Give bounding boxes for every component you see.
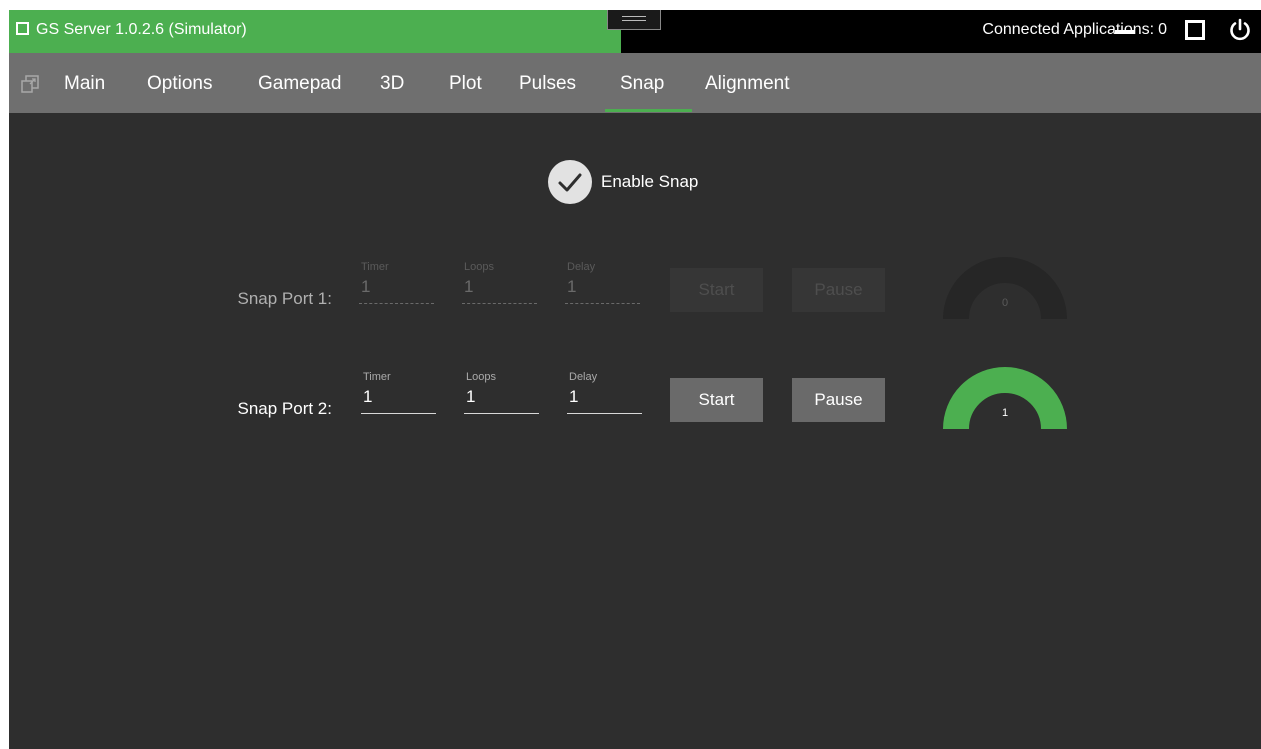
snap-port-2-label: Snap Port 2: [237, 399, 332, 418]
snap-port-2-gauge-value: 1 [1001, 407, 1009, 419]
tab-options[interactable]: Options [147, 73, 212, 95]
snap-port-1-loops-input[interactable] [464, 276, 537, 298]
connected-applications-count: 0 [1158, 21, 1167, 38]
field-underline [567, 413, 642, 414]
snap-port-2-delay-input[interactable] [569, 386, 642, 408]
nav-bar: Main Options Gamepad 3D Plot Pulses Snap… [9, 53, 1261, 113]
tab-3d[interactable]: 3D [380, 73, 404, 95]
checkmark-icon [558, 173, 582, 192]
window-title: GS Server 1.0.2.6 (Simulator) [36, 21, 247, 38]
snap-port-2-row: Snap Port 2: Timer Loops Delay Start Pau… [9, 365, 1261, 435]
snap-port-1-gauge-value: 0 [1001, 297, 1009, 309]
field-underline [462, 303, 537, 304]
tab-snap[interactable]: Snap [620, 73, 664, 95]
timer-label: Timer [361, 261, 389, 273]
snap-port-1-delay-input[interactable] [567, 276, 640, 298]
snap-port-2-timer-field[interactable]: Timer [361, 371, 436, 415]
snap-port-2-start-button[interactable]: Start [670, 378, 763, 422]
snap-port-1-gauge: 0 [943, 257, 1067, 320]
snap-port-1-delay-field[interactable]: Delay [565, 261, 640, 305]
tab-main[interactable]: Main [64, 73, 105, 95]
snap-port-1-loops-field[interactable]: Loops [462, 261, 537, 305]
field-underline [565, 303, 640, 304]
snap-port-1-label: Snap Port 1: [237, 289, 332, 308]
gauge-arc [943, 257, 1067, 320]
tab-plot[interactable]: Plot [449, 73, 482, 95]
window-square-icon [16, 22, 29, 35]
snap-port-1-timer-input[interactable] [361, 276, 434, 298]
snap-port-2-pause-button[interactable]: Pause [792, 378, 885, 422]
snap-port-2-timer-input[interactable] [363, 386, 436, 408]
loops-label: Loops [466, 371, 496, 383]
delay-label: Delay [567, 261, 596, 273]
minimize-icon[interactable] [1113, 22, 1139, 40]
enable-snap-label: Enable Snap [601, 172, 699, 191]
power-icon[interactable] [1228, 18, 1252, 42]
snap-port-1-row: Snap Port 1: Timer Loops Delay Start Pau… [9, 255, 1261, 325]
drag-handle-icon[interactable] [607, 10, 661, 30]
timer-label: Timer [363, 371, 391, 383]
loops-label: Loops [464, 261, 494, 273]
snap-port-2-delay-field[interactable]: Delay [567, 371, 642, 415]
tab-gamepad[interactable]: Gamepad [258, 73, 341, 95]
active-tab-indicator [605, 109, 692, 112]
gauge-arc [943, 367, 1067, 430]
snap-port-2-loops-field[interactable]: Loops [464, 371, 539, 415]
snap-port-1-pause-button[interactable]: Pause [792, 268, 885, 312]
snap-port-2-gauge: 1 [943, 367, 1067, 430]
snap-port-2-loops-input[interactable] [466, 386, 539, 408]
tab-pulses[interactable]: Pulses [519, 73, 576, 95]
snap-port-1-timer-field[interactable]: Timer [359, 261, 434, 305]
connected-applications: Connected Applications: 0 [982, 21, 1167, 39]
app-window: GS Server 1.0.2.6 (Simulator) Connected … [9, 10, 1261, 749]
checkbox-circle[interactable] [548, 160, 592, 204]
maximize-icon[interactable] [1185, 20, 1205, 40]
tab-alignment[interactable]: Alignment [705, 73, 790, 95]
popout-window-icon[interactable] [21, 75, 39, 93]
snap-port-1-start-button[interactable]: Start [670, 268, 763, 312]
field-underline [359, 303, 434, 304]
field-underline [464, 413, 539, 414]
title-bar[interactable]: GS Server 1.0.2.6 (Simulator) Connected … [9, 10, 1261, 53]
field-underline [361, 413, 436, 414]
delay-label: Delay [569, 371, 598, 383]
